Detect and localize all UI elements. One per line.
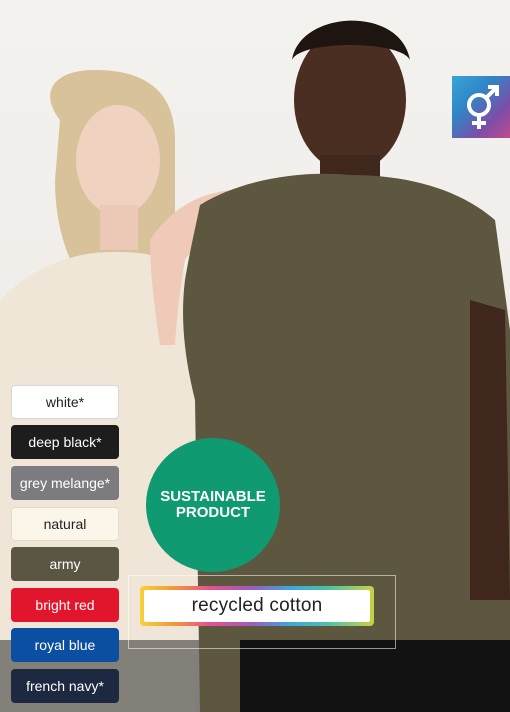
color-swatch-french-navy[interactable]: french navy* [11,669,119,703]
sustainable-line-1: SUSTAINABLE [160,488,266,505]
color-swatch-white[interactable]: white* [11,385,119,419]
color-swatch-natural[interactable]: natural [11,507,119,541]
color-swatch-royal-blue[interactable]: royal blue [11,628,119,662]
color-swatch-bright-red[interactable]: bright red [11,588,119,622]
sustainable-badge: SUSTAINABLE PRODUCT [146,438,280,572]
material-label: recycled cotton [140,586,374,626]
unisex-badge [452,76,510,138]
unisex-symbol-icon [467,85,499,129]
color-swatch-deep-black[interactable]: deep black* [11,425,119,459]
color-swatch-army[interactable]: army [11,547,119,581]
product-card: white* deep black* grey melange* natural… [0,0,510,712]
color-swatch-grey-melange[interactable]: grey melange* [11,466,119,500]
sustainable-line-2: PRODUCT [175,504,251,521]
material-text: recycled cotton [144,590,370,622]
